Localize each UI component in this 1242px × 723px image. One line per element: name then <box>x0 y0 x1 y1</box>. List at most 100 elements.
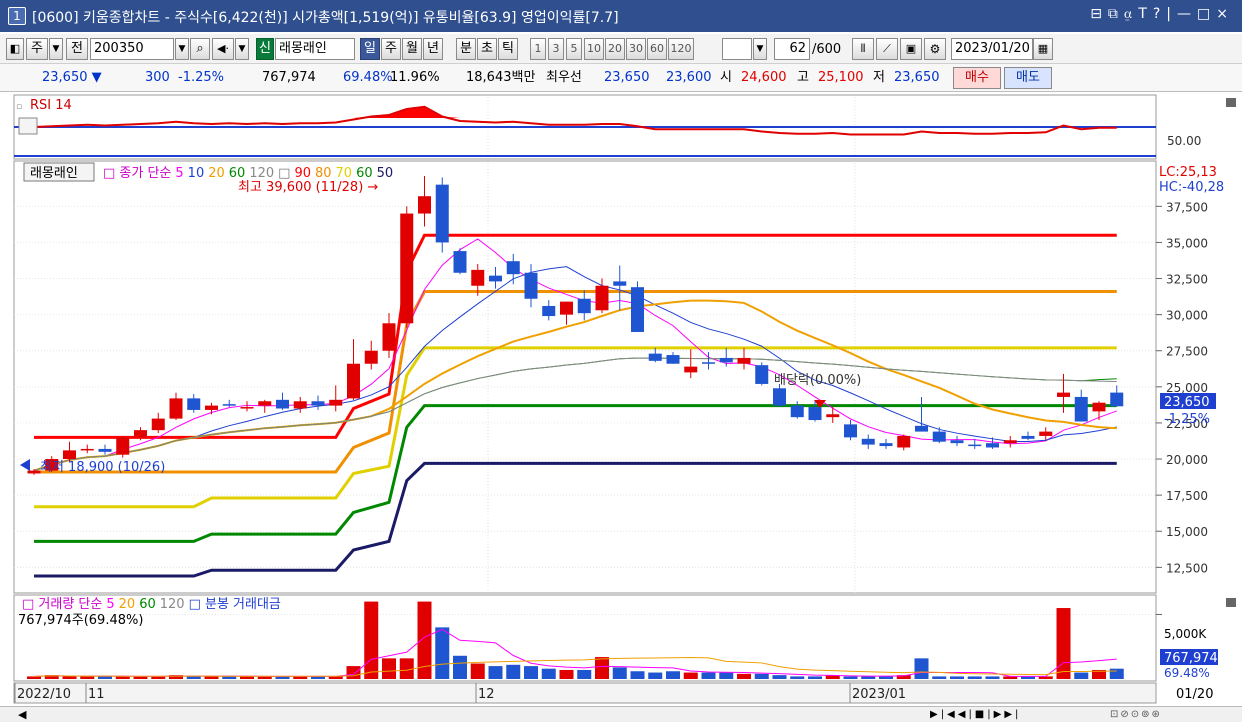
candle-body <box>560 301 573 315</box>
trendline-tool-icon[interactable]: ⟋ <box>876 38 898 60</box>
candle-body <box>968 444 982 447</box>
price-tick-label: 37,500 <box>1166 200 1208 214</box>
trade-amount: 18,643백만 <box>466 70 536 85</box>
code-input[interactable]: 200350 <box>90 38 174 60</box>
period-type-select[interactable]: 주 <box>26 38 48 60</box>
x-axis-label: 12 <box>478 687 495 702</box>
interval-120-button[interactable]: 120 <box>668 38 694 60</box>
tf-minute-button[interactable]: 분 <box>456 38 476 60</box>
volume-bar <box>240 676 254 679</box>
candle-body <box>276 399 289 409</box>
volume-bar <box>98 676 112 679</box>
high-annotation: 최고 39,600 (11/28) → <box>238 180 378 195</box>
new-listing-badge: 신 <box>256 38 274 60</box>
candle-body <box>382 323 396 351</box>
volume-bar <box>648 672 663 679</box>
candle-body <box>1092 402 1106 412</box>
candle-body <box>915 425 928 432</box>
legend-ma-item: 5 <box>175 166 183 181</box>
volume-bar <box>612 667 627 679</box>
tf-month-button[interactable]: 월 <box>402 38 422 60</box>
display-count-max: /600 <box>812 42 842 57</box>
gear-icon[interactable]: ⚙ <box>924 38 946 60</box>
volume-panel-close-icon[interactable] <box>1226 598 1236 607</box>
window-controls[interactable]: ⊟⧉⍶T?|—□× <box>1090 6 1234 22</box>
speaker-icon[interactable]: ◀· <box>212 38 234 60</box>
candle-type-icon[interactable]: ⫴ <box>852 38 874 60</box>
volume-bar <box>719 672 734 679</box>
legend-ma-item: 10 <box>188 166 205 181</box>
tf-week-button[interactable]: 주 <box>381 38 401 60</box>
interval-20-button[interactable]: 20 <box>605 38 625 60</box>
volume-ratio: 69.48% <box>343 70 393 85</box>
stock-name-field[interactable]: 래몽래인 <box>275 38 355 60</box>
interval-10-button[interactable]: 10 <box>584 38 604 60</box>
interval-3-button[interactable]: 3 <box>548 38 564 60</box>
save-icon[interactable]: ▣ <box>900 38 922 60</box>
volume-bar <box>843 676 858 679</box>
legend-ma-title: □ 종가 단순 <box>103 166 171 181</box>
chevron-down-icon[interactable]: ▼ <box>49 38 63 60</box>
code-dropdown-icon[interactable]: ▼ <box>175 38 189 60</box>
tf-tick-button[interactable]: 틱 <box>498 38 518 60</box>
custom-interval-input[interactable] <box>722 38 752 60</box>
rsi-panel-close-icon[interactable] <box>1226 98 1236 107</box>
volume-bar <box>204 676 219 679</box>
chart-svg[interactable]: RSI 14 ▫ 50.00 37,500 35,000 32,500 30,000 2… <box>0 93 1242 705</box>
price-axis: 37,50035,00032,50030,00027,50025,00022,5… <box>1156 200 1208 575</box>
interval-60-button[interactable]: 60 <box>647 38 667 60</box>
tf-year-button[interactable]: 년 <box>423 38 443 60</box>
drawing-tools-icon[interactable]: ⊡⊘⊙⊚⊛ <box>1110 707 1162 723</box>
calendar-icon[interactable]: ▦ <box>1033 38 1053 60</box>
window-number[interactable]: 1 <box>8 7 26 25</box>
volume-bar <box>967 676 982 679</box>
quote-bar: 23,650 ▼ 300 -1.25% 767,974 69.48% 11.96… <box>0 64 1242 92</box>
custom-interval-dropdown-icon[interactable]: ▼ <box>753 38 767 60</box>
search-icon[interactable]: ⌕ <box>190 38 210 60</box>
volume-bar <box>630 671 645 679</box>
chart-area[interactable]: RSI 14 ▫ 50.00 37,500 35,000 32,500 30,000 2… <box>0 93 1242 705</box>
whole-button[interactable]: 전 <box>66 38 88 60</box>
candle-body <box>1074 396 1088 422</box>
high-label: 고 <box>797 70 809 85</box>
display-count-input[interactable]: 62 <box>774 38 810 60</box>
tf-day-button[interactable]: 일 <box>360 38 380 60</box>
price-tick-label: 12,500 <box>1166 561 1208 575</box>
interval-1-button[interactable]: 1 <box>530 38 546 60</box>
candle-body <box>808 407 822 421</box>
candle-body <box>151 418 165 431</box>
sell-button[interactable]: 매도 <box>1004 67 1052 89</box>
rsi-panel-handle-icon[interactable]: ▫ <box>16 102 22 112</box>
volume-bar <box>62 676 77 679</box>
price-tick-label: 32,500 <box>1166 273 1208 287</box>
date-input[interactable]: 2023/01/20 <box>951 38 1033 60</box>
buy-button[interactable]: 매수 <box>953 67 1001 89</box>
price-tick-label: 25,000 <box>1166 381 1208 395</box>
candle-body <box>932 431 946 442</box>
speaker-dropdown-icon[interactable]: ▼ <box>235 38 249 60</box>
volume-bar <box>790 676 805 679</box>
candle-body <box>666 355 680 364</box>
window-title: [0600] 키움종합차트 - 주식수[6,422(천)] 시가총액[1,519… <box>32 10 619 26</box>
candle-body <box>1039 431 1053 436</box>
panel-toggle-icon[interactable]: ◧ <box>6 38 24 60</box>
volume-bar <box>577 669 592 679</box>
volume-bar <box>470 663 485 679</box>
tf-second-button[interactable]: 초 <box>477 38 497 60</box>
candle-body <box>950 440 964 444</box>
price-tick-label: 27,500 <box>1166 345 1208 359</box>
interval-30-button[interactable]: 30 <box>626 38 646 60</box>
scroll-bar[interactable]: ◀ ▶|◀◀|■|▶▶| ⊡⊘⊙⊚⊛ <box>0 706 1242 722</box>
volume-bar <box>772 675 787 679</box>
volume-bar <box>488 666 503 679</box>
last-volume-label: 767,974 <box>1164 651 1218 666</box>
interval-5-button[interactable]: 5 <box>566 38 582 60</box>
volume-bar <box>1074 672 1089 679</box>
best-ask: 23,650 <box>604 70 650 85</box>
rsi-settings-icon[interactable] <box>18 117 38 135</box>
volume-bar <box>861 676 876 679</box>
playback-controls-icon[interactable]: ▶|◀◀|■|▶▶| <box>930 707 1021 723</box>
scroll-left-icon[interactable]: ◀ <box>18 707 26 723</box>
candle-body <box>879 443 893 447</box>
volume-value: 767,974 <box>262 70 316 85</box>
